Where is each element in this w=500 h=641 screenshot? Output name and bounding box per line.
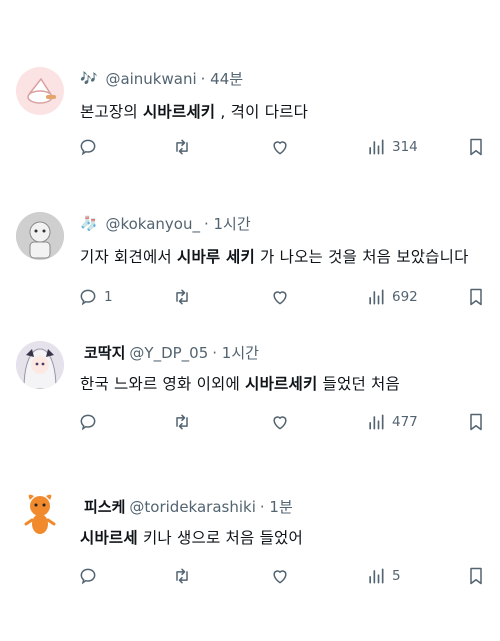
bookmark-icon [470, 288, 482, 306]
heart-icon [273, 416, 287, 430]
tweet-text-bold: 시바르세키 [245, 375, 318, 393]
like-button[interactable] [270, 135, 290, 159]
view-count: 477 [392, 414, 418, 430]
tweet-text-post: , 격이 다르다 [215, 103, 309, 121]
bookmark-button[interactable] [466, 285, 486, 309]
views-icon [369, 139, 384, 155]
tweet[interactable]: 코딱지 @Y_DP_05 · 1시간 한국 느와르 영화 이외에 시바르세키 들… [0, 334, 500, 454]
reply-icon [80, 139, 96, 156]
action-bar: 314 [78, 135, 498, 159]
retweet-icon [176, 568, 188, 584]
retweet-button[interactable] [172, 410, 192, 434]
reply-button[interactable] [78, 564, 104, 588]
tweet-text: 기자 회견에서 시바루 세키 가 나오는 것을 처음 보았습니다 [80, 245, 469, 267]
tweet-text-pre: 기자 회견에서 [80, 248, 178, 266]
retweet-icon [176, 139, 188, 155]
reply-icon [80, 289, 96, 306]
bookmark-button[interactable] [466, 410, 486, 434]
bookmark-button[interactable] [466, 564, 486, 588]
like-button[interactable] [270, 410, 290, 434]
bookmark-icon [470, 138, 482, 156]
tweet-text: 시바르세 키나 생으로 처음 들었어 [80, 526, 303, 548]
tweet-header: 피스케 @toridekarashiki · 1분 [80, 496, 293, 517]
reply-button[interactable] [78, 135, 104, 159]
retweet-icon [176, 289, 188, 305]
views-icon [369, 568, 384, 584]
socks-icon: 🧦 [80, 215, 98, 232]
reply-button[interactable]: 1 [78, 285, 113, 309]
views-button[interactable]: 477 [366, 410, 418, 434]
tweet-text-pre: 본고장의 [80, 103, 143, 121]
heart-icon [273, 291, 287, 305]
avatar[interactable] [16, 490, 64, 538]
timestamp[interactable]: · 1분 [260, 496, 293, 517]
action-bar: 477 [78, 410, 498, 434]
retweet-button[interactable] [172, 285, 192, 309]
views-icon [369, 289, 384, 305]
tweet-text-bold: 시바루 세키 [177, 248, 255, 266]
like-button[interactable] [270, 285, 290, 309]
bookmark-icon [470, 567, 482, 585]
handle[interactable]: @kokanyou_ [105, 215, 200, 233]
reply-count: 1 [104, 289, 113, 305]
tweet-header: 🧦 @kokanyou_ · 1시간 [80, 213, 251, 234]
retweet-button[interactable] [172, 135, 192, 159]
reply-icon [80, 568, 96, 585]
bookmark-icon [470, 413, 482, 431]
tweet-text: 한국 느와르 영화 이외에 시바르세키 들었던 처음 [80, 372, 400, 394]
avatar[interactable] [16, 67, 64, 115]
tweet-text-bold: 시바르세 [80, 529, 138, 547]
avatar[interactable] [16, 212, 64, 260]
tweet-text-post: 키나 생으로 처음 들었어 [137, 529, 303, 547]
avatar[interactable] [16, 341, 64, 389]
views-button[interactable]: 692 [366, 285, 418, 309]
reply-icon [80, 414, 96, 431]
view-count: 692 [392, 289, 418, 305]
heart-icon [273, 141, 287, 155]
views-button[interactable]: 5 [366, 564, 401, 588]
tweet-text-post: 들었던 처음 [317, 375, 400, 393]
timestamp[interactable]: · 1시간 [212, 342, 259, 363]
display-name[interactable]: 코딱지 [84, 342, 125, 363]
reply-button[interactable] [78, 410, 104, 434]
tweet-text-pre: 한국 느와르 영화 이외에 [80, 375, 246, 393]
handle[interactable]: @ainukwani [105, 70, 196, 88]
tweet-header: 코딱지 @Y_DP_05 · 1시간 [80, 342, 259, 363]
heart-icon [273, 570, 287, 584]
bookmark-button[interactable] [466, 135, 486, 159]
tweet[interactable]: 🎶 @ainukwani · 44분 본고장의 시바르세키 , 격이 다르다 3… [0, 60, 500, 180]
tweet-text: 본고장의 시바르세키 , 격이 다르다 [80, 100, 308, 122]
retweet-icon [176, 414, 188, 430]
handle[interactable]: @toridekarashiki [129, 498, 255, 516]
like-button[interactable] [270, 564, 290, 588]
handle[interactable]: @Y_DP_05 [129, 344, 208, 362]
timestamp[interactable]: · 1시간 [204, 213, 251, 234]
music-note-icon: 🎶 [80, 70, 98, 87]
action-bar: 5 [78, 564, 498, 588]
tweet[interactable]: 피스케 @toridekarashiki · 1분 시바르세 키나 생으로 처음… [0, 488, 500, 608]
view-count: 5 [392, 568, 401, 584]
tweet[interactable]: 🧦 @kokanyou_ · 1시간 기자 회견에서 시바루 세키 가 나오는 … [0, 205, 500, 325]
views-button[interactable]: 314 [366, 135, 418, 159]
view-count: 314 [392, 139, 418, 155]
action-bar: 1 692 [78, 285, 498, 309]
tweet-header: 🎶 @ainukwani · 44분 [80, 68, 243, 89]
timestamp[interactable]: · 44분 [201, 68, 243, 89]
tweet-text-bold: 시바르세키 [142, 103, 216, 121]
retweet-button[interactable] [172, 564, 192, 588]
tweet-text-post: 가 나오는 것을 처음 보았습니다 [254, 248, 469, 266]
display-name[interactable]: 피스케 [84, 496, 125, 517]
views-icon [369, 414, 384, 430]
